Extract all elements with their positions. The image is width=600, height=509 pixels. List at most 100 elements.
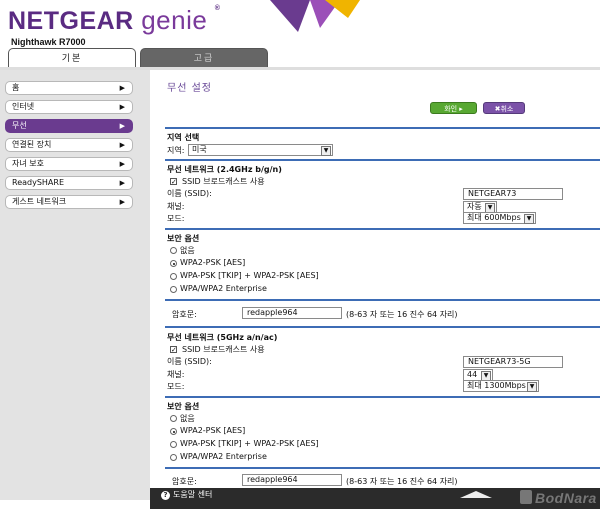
chevron-right-icon: ▶	[119, 141, 125, 149]
net24-security-wpa2-radio[interactable]	[170, 260, 177, 267]
net5-mode-label: 모드:	[167, 382, 185, 391]
net24-security-wpa2-label: WPA2-PSK [AES]	[180, 258, 246, 267]
net5-mode-select[interactable]: 최대 1300Mbps ▼	[463, 380, 539, 392]
chevron-down-icon: ▼	[527, 382, 537, 392]
sidebar-item-parental-controls[interactable]: 자녀 보호 ▶	[5, 157, 133, 171]
watermark: BodNara	[535, 490, 597, 506]
header-decoration-icon	[270, 0, 360, 32]
net24-security-enterprise-radio[interactable]	[170, 286, 177, 293]
section-divider	[165, 299, 600, 301]
genie-wordmark: genie	[141, 5, 208, 35]
help-center-link[interactable]: ? 도움말 센터	[161, 489, 212, 500]
sidebar-item-attached-devices[interactable]: 연결된 장치 ▶	[5, 138, 133, 152]
region-label: 지역:	[167, 146, 185, 155]
net5-channel-value: 44	[467, 370, 478, 379]
chevron-right-icon: ▶	[119, 179, 125, 187]
net5-security-enterprise-radio[interactable]	[170, 454, 177, 461]
tab-basic[interactable]: 기본	[8, 48, 136, 68]
net5-ssid-value: NETGEAR73-5G	[468, 357, 531, 366]
apply-button[interactable]: 화인 ▸	[430, 102, 477, 114]
chevron-right-icon: ▶	[119, 122, 125, 130]
sidebar-item-internet[interactable]: 인터넷 ▶	[5, 100, 133, 114]
sidebar-item-label: 자녀 보호	[12, 159, 44, 168]
region-select-value: 미국	[192, 145, 207, 154]
router-model: Nighthawk R7000	[11, 37, 86, 47]
net24-passphrase-value: redapple964	[247, 308, 298, 317]
net24-channel-label: 채널:	[167, 202, 185, 211]
netgear-genie-logo: NETGEAR genie ®	[8, 5, 220, 36]
net24-security-mixed-radio[interactable]	[170, 273, 177, 280]
net5-security-mixed-label: WPA-PSK [TKIP] + WPA2-PSK [AES]	[180, 439, 319, 448]
net24-mode-select[interactable]: 최대 600Mbps ▼	[463, 212, 536, 224]
sidebar-item-label: ReadySHARE	[12, 178, 65, 187]
net5-channel-label: 채널:	[167, 370, 185, 379]
net5-ssid-input[interactable]: NETGEAR73-5G	[463, 356, 563, 368]
sidebar-item-home[interactable]: 홈 ▶	[5, 81, 133, 95]
help-icon: ?	[161, 491, 170, 500]
net5-ssid-broadcast-checkbox[interactable]: ✓	[170, 346, 177, 354]
net5-ssid-label: 이름 (SSID):	[167, 357, 212, 366]
net24-ssid-value: NETGEAR73	[468, 189, 517, 198]
sidebar-item-label: 홈	[12, 83, 20, 92]
region-heading: 지역 선택	[167, 133, 200, 142]
watermark-icon	[520, 490, 532, 504]
net24-channel-value: 자동	[467, 202, 482, 211]
netgear-wordmark: NETGEAR	[8, 7, 134, 35]
net5-passphrase-label: 암호문:	[172, 477, 197, 486]
net24-passphrase-hint: (8-63 자 또는 16 진수 64 자리)	[346, 310, 458, 319]
sidebar-item-label: 연결된 장치	[12, 140, 52, 149]
section-divider	[165, 467, 600, 469]
net5-passphrase-value: redapple964	[247, 475, 298, 484]
net24-security-heading: 보안 옵션	[167, 234, 200, 243]
cancel-button[interactable]: ✖취소	[483, 102, 525, 114]
net24-security-mixed-label: WPA-PSK [TKIP] + WPA2-PSK [AES]	[180, 271, 319, 280]
chevron-down-icon: ▼	[524, 214, 534, 224]
net5-security-wpa2-label: WPA2-PSK [AES]	[180, 426, 246, 435]
net5-passphrase-input[interactable]: redapple964	[242, 474, 342, 486]
region-select[interactable]: 미국 ▼	[188, 144, 333, 156]
section-divider	[165, 326, 600, 328]
chevron-right-icon: ▶	[119, 198, 125, 206]
chevron-right-icon: ▶	[119, 160, 125, 168]
chevron-right-icon: ▶	[119, 103, 125, 111]
section-divider	[165, 127, 600, 129]
sidebar-item-label: 인터넷	[12, 102, 35, 111]
net5-security-none-label: 없음	[180, 414, 195, 423]
sidebar-item-wireless[interactable]: 무선 ▶	[5, 119, 133, 133]
net24-security-enterprise-label: WPA/WPA2 Enterprise	[180, 284, 267, 293]
net24-passphrase-label: 암호문:	[172, 310, 197, 319]
sidebar: 홈 ▶ 인터넷 ▶ 무선 ▶ 연결된 장치 ▶ 자녀 보호 ▶ ReadySHARE ▶ 게…	[0, 70, 150, 500]
sidebar-item-label: 무선	[12, 121, 27, 130]
main-content: 무선 설정 화인 ▸ ✖취소 지역 선택 지역: 미국 ▼ 무선 네트워크 (2…	[160, 70, 600, 490]
net24-ssid-input[interactable]: NETGEAR73	[463, 188, 563, 200]
net24-heading: 무선 네트워크 (2.4GHz b/g/n)	[167, 165, 282, 174]
net24-ssid-broadcast-checkbox[interactable]: ✓	[170, 178, 177, 186]
net24-mode-value: 최대 600Mbps	[467, 213, 521, 222]
net24-ssid-broadcast-label: SSID 브로드캐스트 사용	[182, 177, 265, 186]
net5-security-mixed-radio[interactable]	[170, 441, 177, 448]
chevron-right-icon: ▶	[119, 84, 125, 92]
page-title: 무선 설정	[167, 83, 212, 94]
sidebar-item-guest-network[interactable]: 게스트 네트워크 ▶	[5, 195, 133, 209]
net24-mode-label: 모드:	[167, 214, 185, 223]
net5-mode-value: 최대 1300Mbps	[467, 381, 526, 390]
chevron-down-icon: ▼	[321, 146, 331, 156]
net5-security-wpa2-radio[interactable]	[170, 428, 177, 435]
section-divider	[165, 396, 600, 398]
help-center-label: 도움말 센터	[173, 490, 213, 499]
net24-security-none-radio[interactable]	[170, 247, 177, 254]
tab-advanced[interactable]: 고급	[140, 48, 268, 68]
trademark-symbol: ®	[214, 5, 221, 12]
net24-ssid-label: 이름 (SSID):	[167, 189, 212, 198]
net24-security-none-label: 없음	[180, 246, 195, 255]
sidebar-item-readyshare[interactable]: ReadySHARE ▶	[5, 176, 133, 190]
expand-triangle-icon[interactable]	[460, 491, 492, 498]
sidebar-item-label: 게스트 네트워크	[12, 197, 67, 206]
net24-passphrase-input[interactable]: redapple964	[242, 307, 342, 319]
net5-security-enterprise-label: WPA/WPA2 Enterprise	[180, 452, 267, 461]
net5-security-heading: 보안 옵션	[167, 402, 200, 411]
help-bar	[150, 488, 600, 509]
net5-ssid-broadcast-label: SSID 브로드캐스트 사용	[182, 345, 265, 354]
net5-security-none-radio[interactable]	[170, 415, 177, 422]
section-divider	[165, 228, 600, 230]
